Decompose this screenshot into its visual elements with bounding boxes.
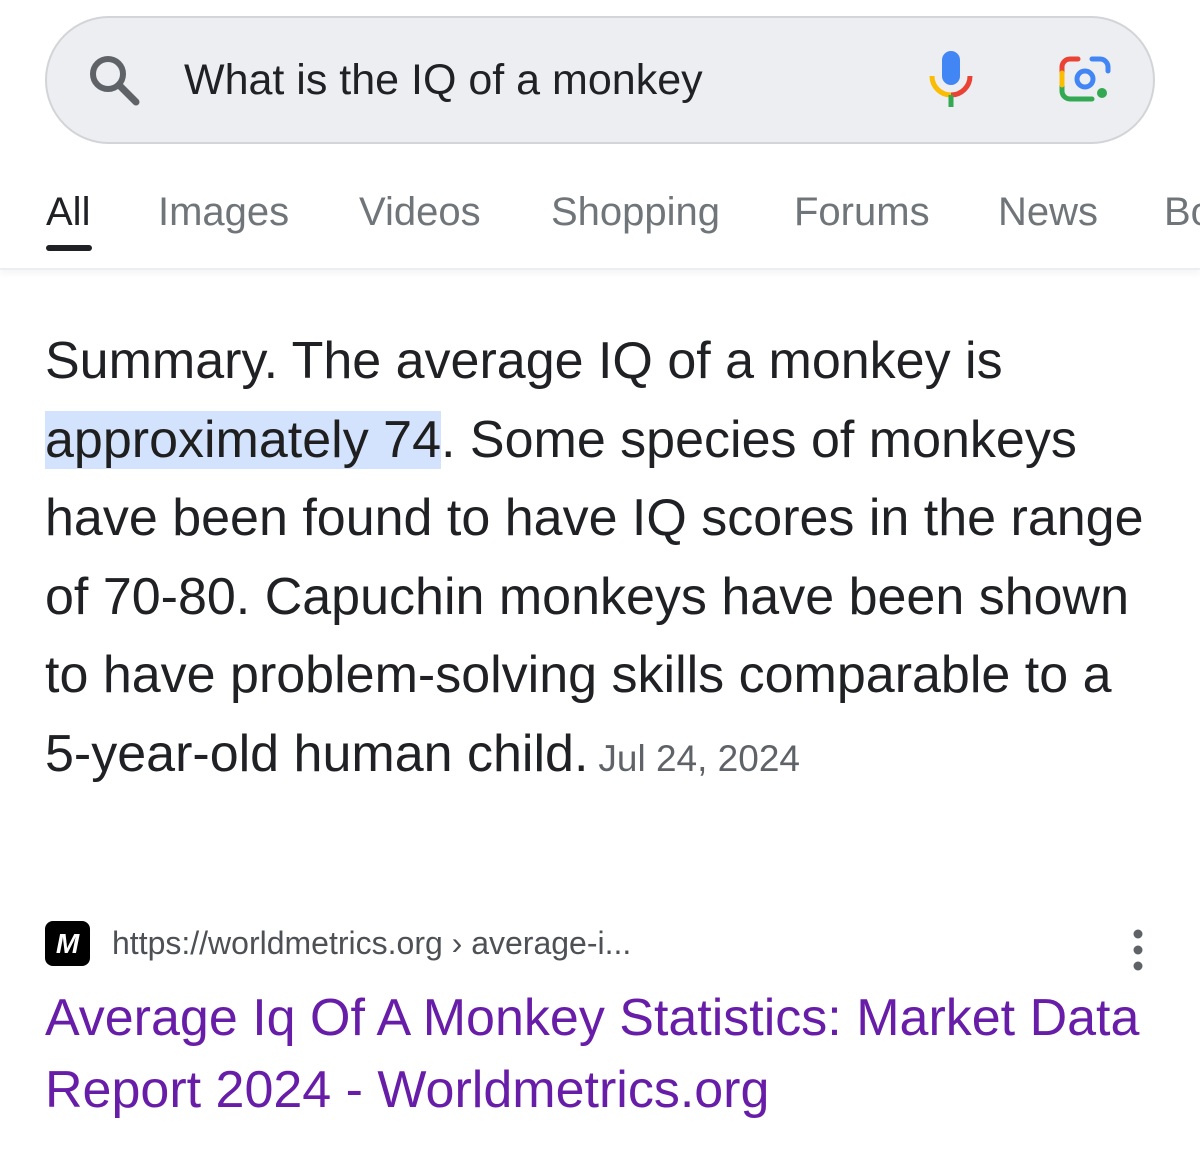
active-tab-indicator bbox=[46, 245, 92, 251]
tab-forums[interactable]: Forums bbox=[794, 188, 930, 236]
lens-icon[interactable] bbox=[1058, 55, 1114, 105]
result-domain: https://worldmetrics.org bbox=[112, 925, 443, 961]
mic-icon[interactable] bbox=[925, 48, 977, 110]
tab-images[interactable]: Images bbox=[158, 188, 289, 236]
favicon-letter: M bbox=[55, 927, 80, 959]
search-bar[interactable]: What is the IQ of a monkey bbox=[45, 16, 1155, 144]
search-tabs: All Images Videos Shopping Forums News B… bbox=[0, 160, 1200, 270]
featured-snippet: Summary. The average IQ of a monkey is a… bbox=[45, 322, 1165, 798]
tab-shopping[interactable]: Shopping bbox=[551, 188, 720, 236]
snippet-highlight: approximately 74 bbox=[45, 410, 441, 469]
tab-news[interactable]: News bbox=[998, 188, 1098, 236]
result-path: › average-i... bbox=[442, 925, 632, 961]
snippet-text-before: Summary. The average IQ of a monkey is bbox=[45, 332, 1003, 390]
tab-books[interactable]: Bo bbox=[1164, 188, 1200, 236]
tab-videos[interactable]: Videos bbox=[359, 188, 481, 236]
result-url[interactable]: https://worldmetrics.org › average-i... bbox=[112, 920, 631, 966]
search-results-page: What is the IQ of a monkey All Images Vi… bbox=[0, 0, 1200, 1159]
search-input[interactable]: What is the IQ of a monkey bbox=[184, 18, 703, 142]
tab-all[interactable]: All bbox=[46, 188, 90, 236]
site-favicon[interactable]: M bbox=[45, 921, 90, 966]
search-icon[interactable] bbox=[86, 52, 142, 108]
more-options-icon[interactable] bbox=[1128, 928, 1148, 972]
result-title-link[interactable]: Average Iq Of A Monkey Statistics: Marke… bbox=[45, 982, 1165, 1126]
snippet-date: Jul 24, 2024 bbox=[598, 737, 800, 779]
